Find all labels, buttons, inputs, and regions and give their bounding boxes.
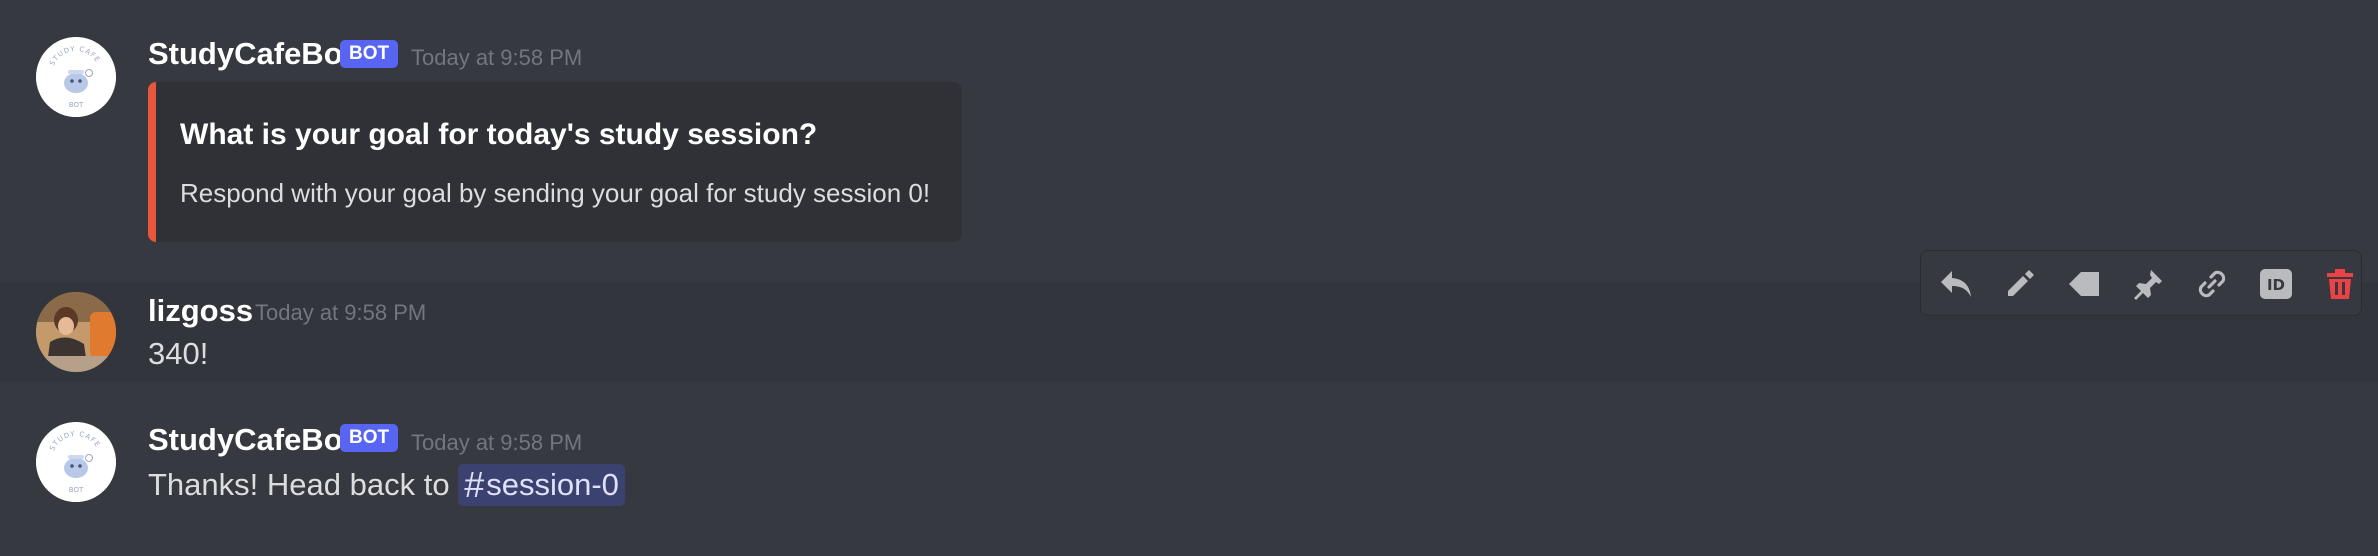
message-text: Thanks! Head back to bbox=[148, 467, 450, 502]
channel-mention[interactable]: #session-0 bbox=[458, 464, 625, 506]
reply-button[interactable] bbox=[1935, 263, 1977, 305]
user-photo bbox=[36, 292, 116, 372]
message-author[interactable]: lizgoss bbox=[148, 293, 253, 329]
channel-name: session-0 bbox=[486, 467, 619, 502]
message-content: 340! bbox=[148, 336, 209, 371]
message-bot-reply: STUDY CAFE BOT StudyCafeBot BOT Today at… bbox=[0, 400, 2378, 540]
edit-button[interactable] bbox=[1999, 263, 2041, 305]
bot-tag: BOT bbox=[340, 424, 399, 452]
svg-text:BOT: BOT bbox=[69, 486, 84, 494]
bot-avatar[interactable]: STUDY CAFE BOT bbox=[36, 37, 116, 117]
message-timestamp: Today at 9:58 PM bbox=[255, 300, 427, 325]
message-actions-toolbar: ID bbox=[1920, 250, 2362, 316]
bot-avatar[interactable]: STUDY CAFE BOT bbox=[36, 422, 116, 502]
delete-icon bbox=[2327, 269, 2353, 299]
channel-hash-icon: # bbox=[464, 464, 485, 505]
chat-window: STUDY CAFE BOT StudyCafeBot BOT Today at… bbox=[0, 0, 2378, 556]
delete-button[interactable] bbox=[2319, 263, 2361, 305]
embed-card: What is your goal for today's study sess… bbox=[148, 82, 962, 242]
copy-id-button[interactable]: ID bbox=[2255, 263, 2297, 305]
tag-icon bbox=[2069, 272, 2099, 296]
pin-icon bbox=[2134, 270, 2162, 300]
pin-button[interactable] bbox=[2127, 263, 2169, 305]
message-timestamp: Today at 9:58 PM bbox=[411, 45, 583, 70]
embed-description: Respond with your goal by sending your g… bbox=[180, 178, 931, 208]
bot-tag: BOT bbox=[340, 40, 399, 68]
embed-accent-bar bbox=[148, 82, 156, 242]
edit-icon bbox=[2008, 270, 2034, 296]
copy-link-button[interactable] bbox=[2191, 263, 2233, 305]
reply-icon bbox=[1941, 271, 1971, 297]
study-cafe-logo: STUDY CAFE BOT bbox=[36, 37, 116, 117]
study-cafe-logo: STUDY CAFE BOT bbox=[36, 422, 116, 502]
message-author[interactable]: StudyCafeBot bbox=[148, 36, 353, 72]
id-icon: ID bbox=[2260, 269, 2292, 299]
user-avatar[interactable] bbox=[36, 292, 116, 372]
link-icon bbox=[2198, 270, 2226, 298]
message-content: Thanks! Head back to #session-0 bbox=[148, 464, 625, 506]
tag-button[interactable] bbox=[2063, 263, 2105, 305]
message-timestamp: Today at 9:58 PM bbox=[411, 430, 583, 455]
message-bot-embed: STUDY CAFE BOT StudyCafeBot BOT Today at… bbox=[0, 0, 2378, 270]
embed-title: What is your goal for today's study sess… bbox=[180, 118, 818, 151]
message-author[interactable]: StudyCafeBot bbox=[148, 422, 353, 458]
svg-text:ID: ID bbox=[2267, 276, 2285, 294]
svg-text:BOT: BOT bbox=[69, 101, 84, 109]
